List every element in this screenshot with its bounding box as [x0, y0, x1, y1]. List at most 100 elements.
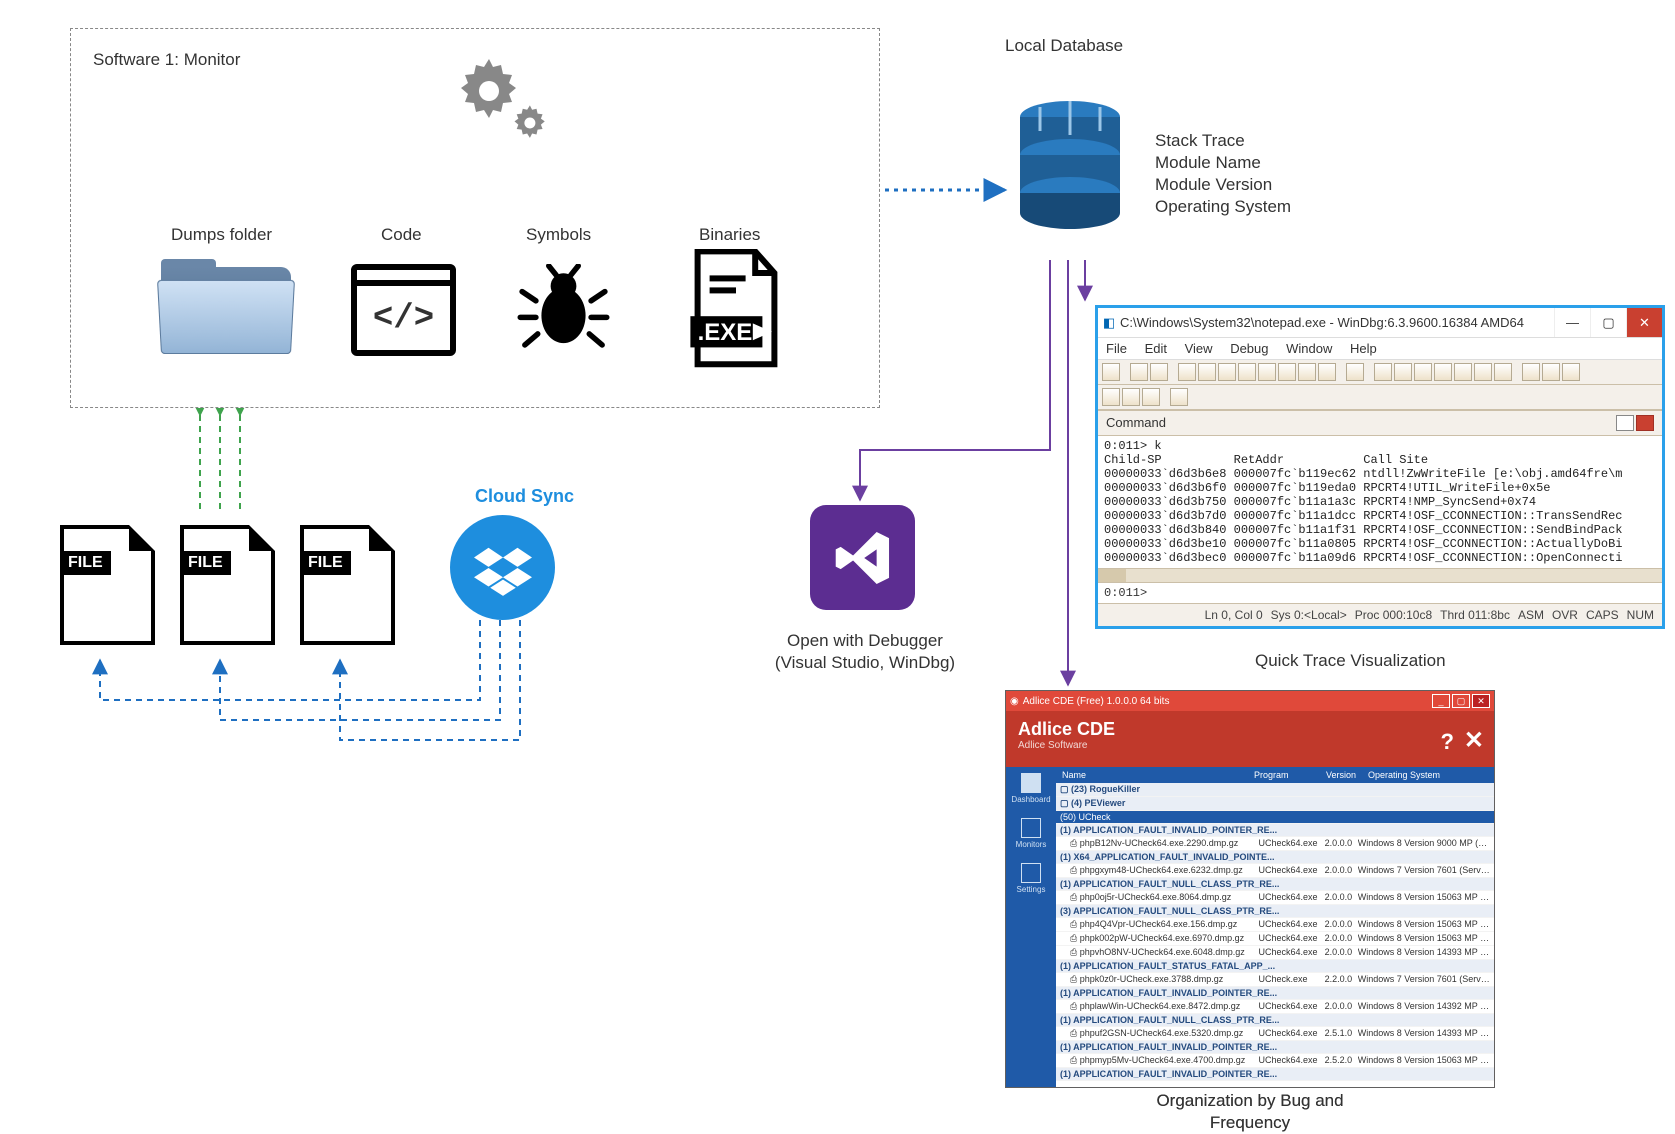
chart-icon: [1021, 773, 1041, 793]
database-title: Local Database: [1005, 35, 1123, 57]
menu-edit[interactable]: Edit: [1145, 341, 1167, 356]
menu-help[interactable]: Help: [1350, 341, 1377, 356]
table-row[interactable]: (1) APPLICATION_FAULT_INVALID_POINTER_RE…: [1056, 824, 1494, 837]
windbg-toolbar-1: [1098, 360, 1662, 385]
maximize-button[interactable]: ▢: [1452, 694, 1470, 708]
tool-button[interactable]: [1346, 363, 1364, 381]
tool-button[interactable]: [1542, 363, 1560, 381]
tool-button[interactable]: [1170, 388, 1188, 406]
tool-button[interactable]: [1198, 363, 1216, 381]
table-row[interactable]: (1) APPLICATION_FAULT_NULL_CLASS_PTR_RE.…: [1056, 1014, 1494, 1027]
close-button[interactable]: ✕: [1472, 694, 1490, 708]
close-button[interactable]: ✕: [1464, 726, 1484, 755]
table-row[interactable]: ⎙ phpgxym48-UCheck64.exe.6232.dmp.gzUChe…: [1056, 864, 1494, 878]
sidebar-item-monitors[interactable]: Monitors: [1016, 818, 1047, 849]
table-row[interactable]: (1) APPLICATION_FAULT_INVALID_POINTER_RE…: [1056, 987, 1494, 1000]
table-row[interactable]: ⎙ php4Q4Vpr-UCheck64.exe.156.dmp.gzUChec…: [1056, 918, 1494, 932]
file-icon: FILE: [60, 525, 155, 645]
table-row[interactable]: (3) APPLICATION_FAULT_NULL_CLASS_PTR_RE.…: [1056, 905, 1494, 918]
cde-caption2: Organization by Bug and Frequency: [1130, 1090, 1370, 1134]
tool-button[interactable]: [1434, 363, 1452, 381]
windbg-title: C:\Windows\System32\notepad.exe - WinDbg…: [1120, 315, 1554, 330]
tool-button[interactable]: [1394, 363, 1412, 381]
folder-icon: [161, 259, 291, 354]
table-row[interactable]: ▢ (4) PEViewer: [1056, 797, 1494, 811]
cde-os-titlebar: ◉ Adlice CDE (Free) 1.0.0.0 64 bits _ ▢ …: [1006, 691, 1494, 711]
pane-close-button[interactable]: [1636, 415, 1654, 431]
table-row[interactable]: ⎙ phpB12Nv-UCheck64.exe.2290.dmp.gzUChec…: [1056, 837, 1494, 851]
tool-button[interactable]: [1238, 363, 1256, 381]
minimize-button[interactable]: _: [1432, 694, 1450, 708]
tool-button[interactable]: [1414, 363, 1432, 381]
cde-app-sub: Adlice Software: [1018, 740, 1482, 751]
file-icon: FILE: [300, 525, 395, 645]
tool-button[interactable]: [1562, 363, 1580, 381]
cde-app-name: Adlice CDE: [1018, 719, 1482, 740]
code-label: Code: [381, 224, 422, 246]
tool-button[interactable]: [1178, 363, 1196, 381]
tool-button[interactable]: [1494, 363, 1512, 381]
bug-icon: [516, 264, 611, 356]
table-row[interactable]: (1) X64_APPLICATION_FAULT_INVALID_POINTE…: [1056, 851, 1494, 864]
tool-button[interactable]: [1522, 363, 1540, 381]
help-button[interactable]: ?: [1441, 729, 1454, 755]
windbg-window: ◧ C:\Windows\System32\notepad.exe - WinD…: [1095, 305, 1665, 629]
binaries-label: Binaries: [699, 224, 760, 246]
sidebar-item-dashboard[interactable]: Dashboard: [1011, 773, 1050, 804]
status-bar: Ln 0, Col 0 Sys 0:<Local> Proc 000:10c8 …: [1098, 603, 1662, 626]
dropbox-icon: [450, 515, 555, 620]
table-row[interactable]: ⎙ phpk002pW-UCheck64.exe.6970.dmp.gzUChe…: [1056, 932, 1494, 946]
visual-studio-icon: [810, 505, 915, 610]
menu-debug[interactable]: Debug: [1230, 341, 1268, 356]
exe-icon: .EXE: [686, 249, 786, 369]
minimize-button[interactable]: —: [1554, 308, 1590, 337]
table-row[interactable]: ⎙ phpmyp5Mv-UCheck64.exe.4700.dmp.gzUChe…: [1056, 1054, 1494, 1068]
tool-button[interactable]: [1454, 363, 1472, 381]
tool-button[interactable]: [1374, 363, 1392, 381]
pane-button[interactable]: [1616, 415, 1634, 431]
tool-button[interactable]: [1258, 363, 1276, 381]
table-row[interactable]: ⎙ phplawWin-UCheck64.exe.8472.dmp.gzUChe…: [1056, 1000, 1494, 1014]
table-row[interactable]: (1) APPLICATION_FAULT_NULL_CLASS_PTR_RE.…: [1056, 878, 1494, 891]
debugger-caption: Open with Debugger (Visual Studio, WinDb…: [765, 630, 965, 674]
table-row[interactable]: ⎙ php0oj5r-UCheck64.exe.8064.dmp.gzUChec…: [1056, 891, 1494, 905]
command-input[interactable]: 0:011>: [1098, 582, 1662, 603]
monitor-title: Software 1: Monitor: [93, 49, 240, 71]
code-icon: </>: [351, 264, 456, 356]
windbg-toolbar-2: [1098, 385, 1662, 410]
menu-window[interactable]: Window: [1286, 341, 1332, 356]
tool-button[interactable]: [1102, 363, 1120, 381]
tool-button[interactable]: [1142, 388, 1160, 406]
monitor-panel: Software 1: Monitor Dumps folder Code </…: [70, 28, 880, 408]
table-row[interactable]: (1) APPLICATION_FAULT_INVALID_POINTER_RE…: [1056, 1041, 1494, 1054]
table-row[interactable]: (50) UCheck: [1056, 811, 1494, 824]
tool-button[interactable]: [1474, 363, 1492, 381]
scrollbar[interactable]: [1098, 568, 1662, 582]
dumps-label: Dumps folder: [171, 224, 272, 246]
tool-button[interactable]: [1278, 363, 1296, 381]
table-row[interactable]: ⎙ phpk0z0r-UCheck.exe.3788.dmp.gzUCheck.…: [1056, 973, 1494, 987]
windbg-titlebar: ◧ C:\Windows\System32\notepad.exe - WinD…: [1098, 308, 1662, 338]
tool-button[interactable]: [1102, 388, 1120, 406]
tool-button[interactable]: [1130, 363, 1148, 381]
tool-button[interactable]: [1150, 363, 1168, 381]
table-row[interactable]: ⎙ phpvhO8NV-UCheck64.exe.6048.dmp.gzUChe…: [1056, 946, 1494, 960]
table-row[interactable]: (1) APPLICATION_FAULT_INVALID_POINTER_RE…: [1056, 1068, 1494, 1081]
database-fields: Stack Trace Module Name Module Version O…: [1155, 130, 1291, 218]
tool-button[interactable]: [1122, 388, 1140, 406]
menu-view[interactable]: View: [1185, 341, 1213, 356]
windbg-menubar: File Edit View Debug Window Help: [1098, 338, 1662, 360]
table-row[interactable]: ⎙ phpuf2GSN-UCheck64.exe.5320.dmp.gzUChe…: [1056, 1027, 1494, 1041]
cde-sidebar: Dashboard Monitors Settings: [1006, 767, 1056, 1087]
maximize-button[interactable]: ▢: [1590, 308, 1626, 337]
table-row[interactable]: ▢ (23) RogueKiller: [1056, 783, 1494, 797]
sidebar-item-settings[interactable]: Settings: [1017, 863, 1046, 894]
table-row[interactable]: ⎙ phpWGn5ED-UCheck64.exe.3164.dmp.gzUChe…: [1056, 1081, 1494, 1083]
table-row[interactable]: (1) APPLICATION_FAULT_STATUS_FATAL_APP_.…: [1056, 960, 1494, 973]
tool-button[interactable]: [1298, 363, 1316, 381]
menu-file[interactable]: File: [1106, 341, 1127, 356]
tool-button[interactable]: [1218, 363, 1236, 381]
close-button[interactable]: ✕: [1626, 308, 1662, 337]
file-icon: FILE: [180, 525, 275, 645]
tool-button[interactable]: [1318, 363, 1336, 381]
